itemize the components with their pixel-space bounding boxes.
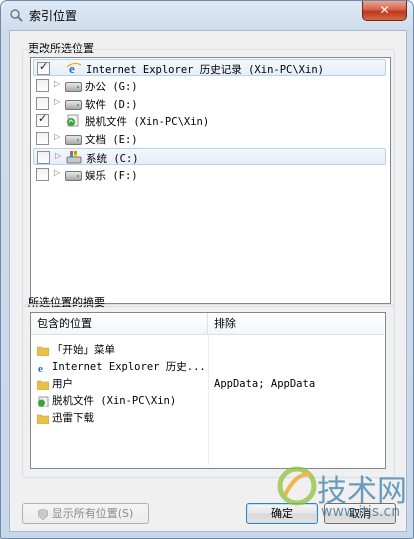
svg-text:e: e xyxy=(38,363,43,373)
show-all-locations-label: 显示所有位置(S) xyxy=(51,507,134,520)
watermark-logo-icon xyxy=(277,466,317,506)
close-button[interactable]: ✕ xyxy=(362,1,407,21)
column-header-included[interactable]: 包含的位置 xyxy=(31,313,208,335)
close-icon: ✕ xyxy=(379,3,390,17)
tree-item[interactable]: ▷ 系统 (C:) xyxy=(33,148,386,165)
checkmark-icon: ✓ xyxy=(38,112,48,126)
included-location: 「开始」菜单 xyxy=(52,344,115,356)
drive-icon xyxy=(65,135,82,146)
location-checkbox[interactable]: ✓ xyxy=(36,112,49,128)
tree-item-label: 软件 (D:) xyxy=(85,98,138,111)
drive-icon xyxy=(65,170,82,181)
folder-icon xyxy=(37,414,49,424)
tree-item-label: 文档 (E:) xyxy=(85,134,138,147)
included-location: 用户 xyxy=(52,378,73,390)
show-all-locations-button[interactable]: 显示所有位置(S) xyxy=(22,503,149,524)
included-location: 迅雷下载 xyxy=(52,412,94,424)
expand-arrow-icon[interactable]: ▷ xyxy=(55,151,61,160)
uac-shield-icon xyxy=(37,508,48,520)
location-checkbox[interactable] xyxy=(37,151,50,164)
included-location: Internet Explorer 历史... xyxy=(52,361,206,373)
window-title: 索引位置 xyxy=(29,9,78,23)
windows-drive-icon xyxy=(66,151,82,164)
tree-item[interactable]: ▷ 办公 (G:) xyxy=(33,77,386,94)
watermark-url: www.itjs.cn xyxy=(321,504,401,520)
folder-icon xyxy=(37,380,49,390)
tree-item-label: Internet Explorer 历史记录 (Xin-PC\Xin) xyxy=(86,64,324,76)
tree-item[interactable]: ▷ 娱乐 (F:) xyxy=(33,166,386,183)
location-checkbox[interactable] xyxy=(36,132,49,146)
drive-icon xyxy=(65,81,82,92)
summary-row: e Internet Explorer 历史... xyxy=(37,359,206,375)
title-bar[interactable]: 索引位置 ✕ xyxy=(1,1,413,29)
column-header-excluded[interactable]: 排除 xyxy=(208,313,384,335)
tree-item-label: 系统 (C:) xyxy=(86,153,139,165)
checkmark-icon: ✓ xyxy=(39,60,49,73)
location-checkbox[interactable] xyxy=(36,167,49,181)
tree-item[interactable]: ▷ 文档 (E:) xyxy=(33,130,386,147)
dialog-client-area: 更改所选位置 ✓ e Internet Explorer 历史记录 (Xin-PC\… xyxy=(9,30,407,532)
expand-arrow-icon[interactable]: ▷ xyxy=(54,168,60,177)
expand-arrow-icon[interactable]: ▷ xyxy=(54,79,60,88)
location-checkbox[interactable]: ✓ xyxy=(37,60,50,75)
site-watermark: 技术网 www.itjs.cn xyxy=(277,463,414,539)
folder-icon xyxy=(37,346,49,356)
location-checkbox[interactable] xyxy=(36,96,49,110)
ie-icon: e xyxy=(38,363,43,373)
column-divider xyxy=(208,334,209,465)
offline-files-icon xyxy=(38,396,49,407)
summary-row: 迅雷下载 xyxy=(37,410,94,426)
summary-row: 用户 xyxy=(37,376,73,392)
summary-row: 脱机文件 (Xin-PC\Xin) xyxy=(37,393,176,409)
drive-icon xyxy=(65,99,82,110)
locations-tree[interactable]: ✓ e Internet Explorer 历史记录 (Xin-PC\Xin) ▷ 办公… xyxy=(30,57,391,304)
offline-files-icon xyxy=(67,114,79,127)
expand-arrow-icon[interactable]: ▷ xyxy=(54,132,60,141)
summary-table: 包含的位置 排除 「开始」菜单 e Internet Explorer 历史... 用… xyxy=(30,312,386,469)
search-index-icon xyxy=(10,9,23,22)
tree-item-label: 娱乐 (F:) xyxy=(85,169,138,182)
ie-icon: e xyxy=(66,61,82,75)
location-checkbox[interactable] xyxy=(36,78,49,92)
excluded-location: AppData; AppData xyxy=(214,378,316,390)
summary-row: 「开始」菜单 xyxy=(37,342,115,358)
tree-item[interactable]: ✓ e Internet Explorer 历史记录 (Xin-PC\Xin) xyxy=(33,59,386,76)
tree-item[interactable]: ▷ 软件 (D:) xyxy=(33,95,386,112)
expand-arrow-icon[interactable]: ▷ xyxy=(54,97,60,106)
included-location: 脱机文件 (Xin-PC\Xin) xyxy=(52,395,177,407)
tree-item-label: 办公 (G:) xyxy=(85,80,138,93)
indexed-locations-window: 索引位置 ✕ 更改所选位置 ✓ e Internet Explorer 历史记录 (… xyxy=(0,0,414,539)
tree-item-label: 脱机文件 (Xin-PC\Xin) xyxy=(85,116,210,129)
tree-item[interactable]: ✓ 脱机文件 (Xin-PC\Xin) xyxy=(33,112,386,129)
